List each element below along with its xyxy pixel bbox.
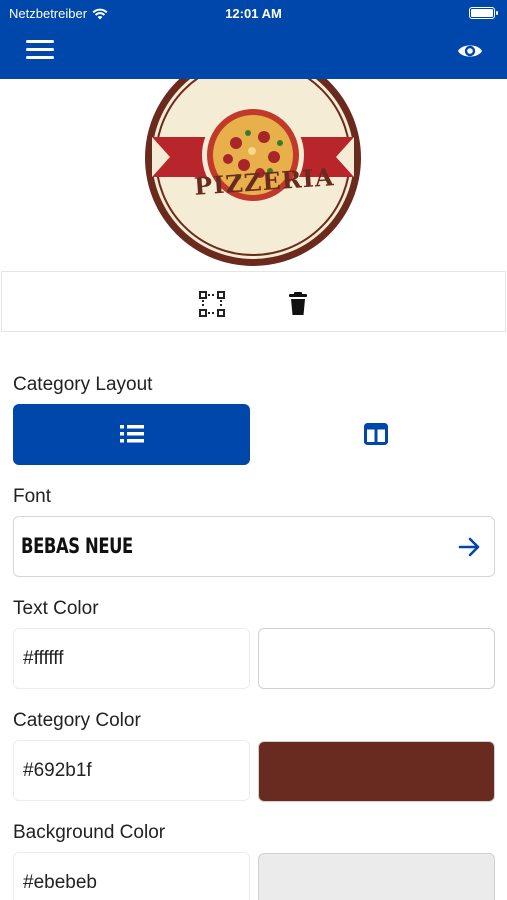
clock: 12:01 AM <box>225 6 282 21</box>
font-value: BEBAS NEUE <box>21 534 133 558</box>
eye-icon[interactable] <box>457 40 483 62</box>
font-selector[interactable]: BEBAS NEUE <box>13 516 495 577</box>
text-color-swatch[interactable] <box>258 628 495 689</box>
crop-selection-icon[interactable] <box>198 290 226 318</box>
text-color-input[interactable] <box>13 628 250 689</box>
status-bar: Netzbetreiber 12:01 AM <box>0 0 507 28</box>
logo-image: PIZZERIA <box>0 79 507 271</box>
trash-icon[interactable] <box>284 290 312 318</box>
battery-icon <box>469 7 498 19</box>
hamburger-menu-icon[interactable] <box>26 40 54 62</box>
layout-option-list[interactable] <box>13 404 250 465</box>
list-icon <box>120 425 144 443</box>
arrow-right-icon <box>458 537 480 557</box>
grid-layout-icon <box>364 423 388 445</box>
category-color-swatch[interactable] <box>258 741 495 802</box>
background-color-label: Background Color <box>13 822 166 843</box>
top-navbar <box>0 28 507 79</box>
image-toolbar <box>1 271 506 332</box>
layout-option-grid[interactable] <box>258 404 494 465</box>
background-color-swatch[interactable] <box>258 853 495 900</box>
category-layout-label: Category Layout <box>13 374 153 395</box>
text-color-label: Text Color <box>13 598 99 619</box>
background-color-input[interactable] <box>13 852 250 900</box>
category-color-label: Category Color <box>13 710 141 731</box>
category-color-input[interactable] <box>13 740 250 801</box>
font-label: Font <box>13 486 52 507</box>
